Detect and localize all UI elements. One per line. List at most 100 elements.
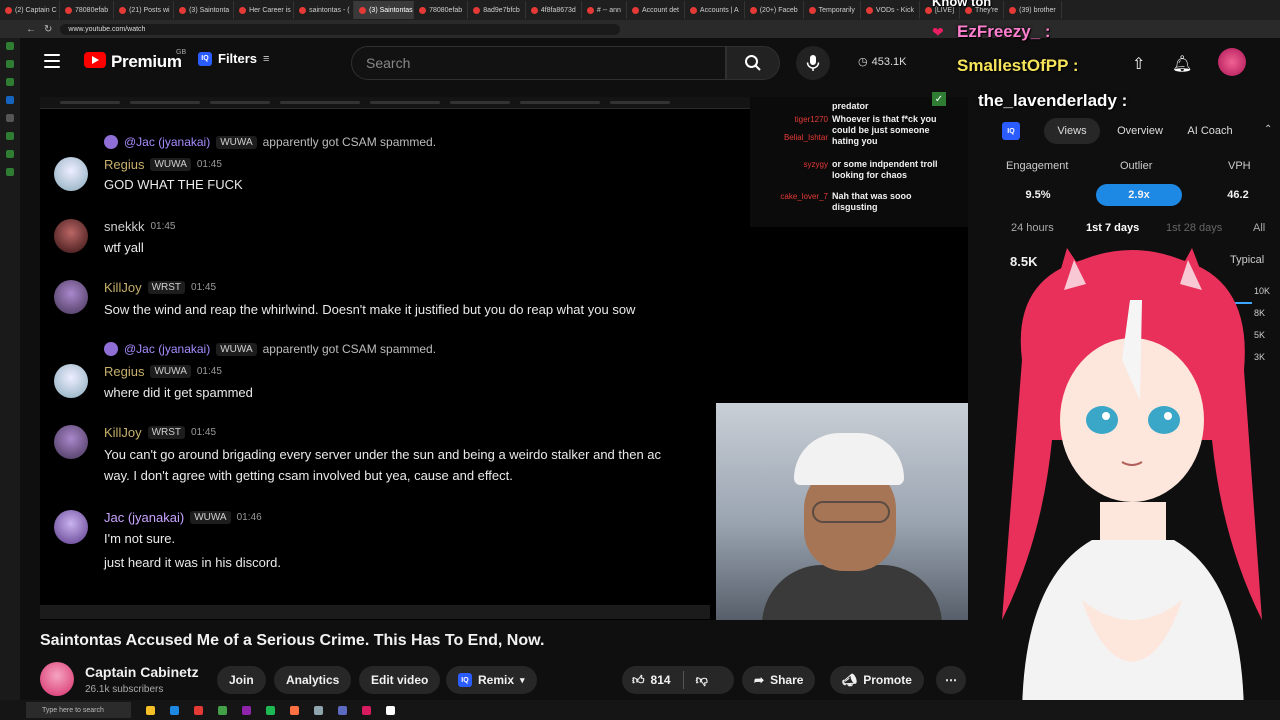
browser-tab[interactable]: Account det: [627, 1, 685, 19]
chat-time: 01:46: [236, 512, 262, 523]
browser-tab[interactable]: 8ad9e7bfcb: [468, 1, 526, 19]
sidebar-app-icon[interactable]: [6, 168, 14, 176]
chat-message-continued: way. I don't agree with getting csam inv…: [104, 468, 513, 483]
taskbar-app-icon[interactable]: [290, 705, 299, 715]
taskbar-app-icon[interactable]: [218, 705, 227, 715]
overlay-chat-row: Belial_Ishtar: [756, 132, 966, 143]
overlay-chat-line: EzFreezy_ :: [957, 22, 1051, 41]
taskbar-app-icon[interactable]: [362, 705, 371, 715]
tab-ai-coach[interactable]: AI Coach: [1180, 118, 1240, 144]
sidebar-app-icon[interactable]: [6, 132, 14, 140]
browser-tab-label: Account det: [641, 6, 679, 14]
browser-tab[interactable]: 78080efab: [414, 1, 469, 19]
taskbar-app-icon[interactable]: [386, 705, 395, 715]
sidebar-app-icon[interactable]: [6, 114, 14, 122]
chevron-down-icon: ▾: [520, 674, 525, 685]
sidebar-app-icon[interactable]: [6, 60, 14, 68]
period-all[interactable]: All: [1253, 222, 1265, 234]
tab-favicon-icon: [119, 6, 127, 14]
menu-icon[interactable]: [44, 54, 60, 68]
brand-label[interactable]: Premium: [111, 52, 182, 72]
sidebar-app-icon[interactable]: [6, 42, 14, 50]
tab-favicon-icon: [65, 6, 72, 14]
edit-video-button[interactable]: Edit video: [359, 666, 441, 694]
overlay-chat-row: syzygy or some indpendent troll looking …: [756, 159, 966, 181]
browser-tab[interactable]: saintontas - (: [294, 1, 355, 19]
video-player[interactable]: @Jac (jyanakai) WUWA apparently got CSAM…: [40, 97, 968, 620]
taskbar-app-icon[interactable]: [266, 705, 275, 715]
browser-tab[interactable]: (21) Posts wi: [114, 1, 175, 19]
sidebar-app-icon[interactable]: [6, 96, 14, 104]
browser-tab[interactable]: # -- ann: [582, 1, 627, 19]
profile-avatar[interactable]: [1218, 48, 1246, 76]
channel-name[interactable]: Captain Cabinetz: [85, 664, 199, 680]
sidebar-app-icon[interactable]: [6, 150, 14, 158]
taskbar-app-icon[interactable]: [338, 705, 347, 715]
reload-icon[interactable]: ↻: [44, 24, 52, 35]
browser-tab[interactable]: VODs - Kick: [861, 1, 920, 19]
heart-icon: ❤: [932, 24, 944, 40]
more-horizontal-icon: ⋯: [945, 673, 957, 687]
channel-avatar[interactable]: [40, 662, 74, 696]
taskbar-app-icon[interactable]: [170, 705, 179, 715]
browser-tab-label: saintontas - (: [309, 6, 350, 14]
tab-favicon-icon: [239, 6, 247, 14]
period-7d[interactable]: 1st 7 days: [1086, 222, 1139, 234]
tab-overview[interactable]: Overview: [1112, 118, 1168, 144]
voice-search-button[interactable]: [796, 46, 830, 80]
metric-value-highlight[interactable]: 2.9x: [1096, 184, 1182, 206]
join-button[interactable]: Join: [217, 666, 266, 694]
remix-label: Remix: [478, 673, 515, 687]
browser-tab[interactable]: 4f8fa8673d: [526, 1, 582, 19]
period-24h[interactable]: 24 hours: [1011, 222, 1054, 234]
chat-message: GOD WHAT THE FUCK: [104, 177, 243, 192]
microphone-icon: [806, 55, 820, 71]
back-icon[interactable]: ←: [26, 24, 36, 35]
chevron-up-icon[interactable]: ⌃: [1264, 124, 1272, 135]
avatar: [54, 157, 88, 191]
filters-button[interactable]: IQ Filters ≡: [198, 51, 269, 66]
streamer-glasses: [812, 501, 890, 523]
iq-icon: IQ: [458, 673, 472, 687]
search-button[interactable]: [726, 46, 780, 80]
thumbs-down-icon[interactable]: 👎︎: [696, 673, 708, 688]
sidebar-app-icon[interactable]: [6, 78, 14, 86]
upload-icon[interactable]: ⇧: [1132, 54, 1145, 74]
analytics-button[interactable]: Analytics: [274, 666, 352, 694]
browser-tab[interactable]: Her Career is: [234, 1, 295, 19]
bell-icon[interactable]: 🔔︎: [1172, 54, 1192, 74]
avatar: [54, 364, 88, 398]
chat-tag: WUWA: [150, 365, 191, 378]
tab-views[interactable]: Views: [1044, 118, 1100, 144]
chat-tag: WRST: [147, 281, 186, 294]
browser-tab[interactable]: 78080efab: [60, 1, 115, 19]
tab-favicon-icon: [808, 6, 816, 14]
tab-favicon-icon: [530, 6, 538, 14]
remix-button[interactable]: IQ Remix ▾: [446, 666, 537, 694]
taskbar-app-icon[interactable]: [194, 705, 203, 715]
taskbar-app-icon[interactable]: [314, 705, 323, 715]
browser-tab[interactable]: (3) Saintontas Accused: [354, 1, 415, 19]
taskbar-app-icon[interactable]: [242, 705, 251, 715]
search-icon: [745, 55, 761, 71]
url-field[interactable]: www.youtube.com/watch: [60, 23, 621, 35]
youtube-logo-icon[interactable]: [84, 52, 106, 68]
more-actions-button[interactable]: ⋯: [936, 666, 966, 694]
taskbar-app-icon[interactable]: [146, 705, 155, 715]
browser-tab[interactable]: (3) Saintonta: [174, 1, 235, 19]
browser-tab[interactable]: (2) Captain C: [0, 1, 60, 19]
promote-button[interactable]: 📣︎ Promote: [830, 666, 924, 694]
share-button[interactable]: ➦ Share: [742, 666, 816, 694]
stream-chat-overlay: predator tiger1270 Whoever is that f*ck …: [750, 97, 968, 227]
search-input[interactable]: Search: [351, 46, 726, 80]
browser-tab[interactable]: Temporarily: [804, 1, 861, 19]
browser-tab[interactable]: (20+) Faceb: [745, 1, 804, 19]
avatar: [54, 510, 88, 544]
taskbar-search-input[interactable]: Type here to search: [26, 702, 131, 718]
period-28d[interactable]: 1st 28 days: [1166, 222, 1222, 234]
thumbs-up-icon[interactable]: 👍︎: [632, 673, 645, 688]
browser-sidebar: [0, 38, 20, 700]
browser-tab[interactable]: Accounts | A: [685, 1, 745, 19]
sliders-icon: ≡: [263, 52, 270, 65]
browser-tab-label: 4f8fa8673d: [540, 6, 576, 14]
